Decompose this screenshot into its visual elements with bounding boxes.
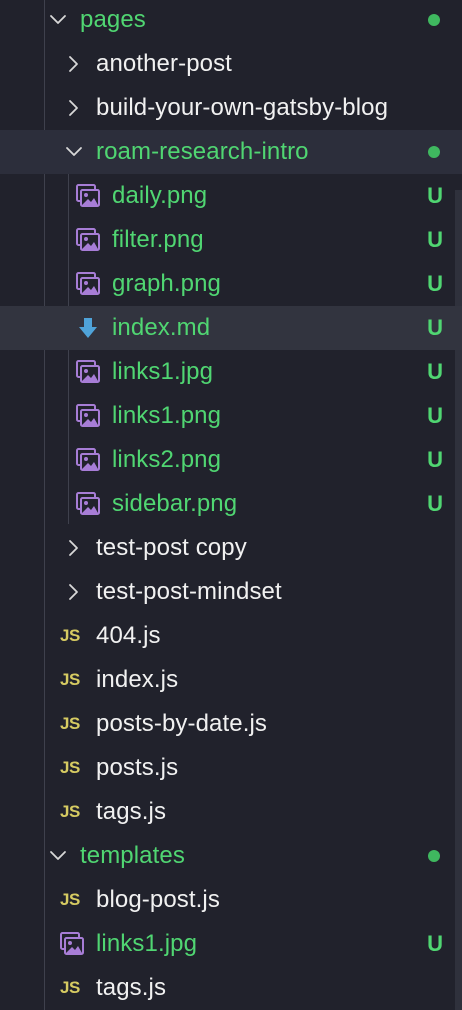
tree-file-404-js[interactable]: JS 404.js <box>0 614 462 658</box>
tree-file-tags-js[interactable]: JS tags.js <box>0 966 462 1010</box>
git-untracked-badge: U <box>427 359 443 384</box>
tree-item-label: blog-post.js <box>96 886 220 913</box>
js-file-icon: JS <box>60 890 80 909</box>
tree-file-daily-png[interactable]: daily.png U <box>0 174 462 218</box>
tree-folder-test-post-mindset[interactable]: test-post-mindset <box>0 570 462 614</box>
tree-item-label: links1.jpg <box>112 358 214 385</box>
tree-item-label: build-your-own-gatsby-blog <box>96 94 389 121</box>
git-changes-dot <box>428 14 440 26</box>
tree-item-label: tags.js <box>96 974 167 1001</box>
tree-file-links1-png[interactable]: links1.png U <box>0 394 462 438</box>
tree-item-label: test-post copy <box>96 534 247 561</box>
tree-item-label: pages <box>80 6 146 33</box>
image-file-icon <box>76 404 100 427</box>
tree-folder-roam-research-intro[interactable]: roam-research-intro <box>0 130 462 174</box>
tree-item-label: filter.png <box>112 226 204 253</box>
git-untracked-badge: U <box>427 403 443 428</box>
tree-item-label: index.js <box>96 666 179 693</box>
git-untracked-badge: U <box>427 315 443 340</box>
js-file-icon: JS <box>60 626 80 645</box>
tree-file-links2-png[interactable]: links2.png U <box>0 438 462 482</box>
tree-item-label: index.md <box>112 314 211 341</box>
tree-file-posts-by-date-js[interactable]: JS posts-by-date.js <box>0 702 462 746</box>
git-changes-dot <box>428 850 440 862</box>
image-file-icon <box>76 360 100 383</box>
chevron-right-icon[interactable] <box>64 582 84 602</box>
chevron-right-icon[interactable] <box>64 54 84 74</box>
tree-folder-templates[interactable]: templates <box>0 834 462 878</box>
git-untracked-badge: U <box>427 271 443 296</box>
tree-file-blog-post-js[interactable]: JS blog-post.js <box>0 878 462 922</box>
js-file-icon: JS <box>60 714 80 733</box>
image-file-icon <box>76 272 100 295</box>
js-file-icon: JS <box>60 670 80 689</box>
tree-file-graph-png[interactable]: graph.png U <box>0 262 462 306</box>
image-file-icon <box>60 932 84 955</box>
tree-file-filter-png[interactable]: filter.png U <box>0 218 462 262</box>
tree-item-label: tags.js <box>96 798 167 825</box>
tree-item-label: posts.js <box>96 754 179 781</box>
git-untracked-badge: U <box>427 183 443 208</box>
js-file-icon: JS <box>60 802 80 821</box>
tree-item-label: posts-by-date.js <box>96 710 268 737</box>
tree-folder-pages[interactable]: pages <box>0 0 462 42</box>
chevron-right-icon[interactable] <box>64 98 84 118</box>
tree-item-label: roam-research-intro <box>96 138 309 165</box>
tree-file-links1-jpg[interactable]: links1.jpg U <box>0 350 462 394</box>
tree-file-index-md[interactable]: index.md U <box>0 306 462 350</box>
git-untracked-badge: U <box>427 447 443 472</box>
git-untracked-badge: U <box>427 491 443 516</box>
tree-file-sidebar-png[interactable]: sidebar.png U <box>0 482 462 526</box>
tree-file-tags-js[interactable]: JS tags.js <box>0 790 462 834</box>
tree-item-label: links1.png <box>112 402 222 429</box>
image-file-icon <box>76 228 100 251</box>
tree-file-links1-jpg[interactable]: links1.jpg U <box>0 922 462 966</box>
git-changes-dot <box>428 146 440 158</box>
tree-item-label: test-post-mindset <box>96 578 282 605</box>
git-untracked-badge: U <box>427 931 443 956</box>
js-file-icon: JS <box>60 978 80 997</box>
file-explorer-tree: pages another-post build-your-own-gatsby-b… <box>0 0 462 1010</box>
image-file-icon <box>76 492 100 515</box>
chevron-down-icon[interactable] <box>48 10 68 30</box>
git-untracked-badge: U <box>427 227 443 252</box>
tree-file-posts-js[interactable]: JS posts.js <box>0 746 462 790</box>
tree-file-index-js[interactable]: JS index.js <box>0 658 462 702</box>
image-file-icon <box>76 184 100 207</box>
tree-item-label: sidebar.png <box>112 490 238 517</box>
chevron-right-icon[interactable] <box>64 538 84 558</box>
chevron-down-icon[interactable] <box>64 142 84 162</box>
tree-folder-build-your-own-gatsby-blog[interactable]: build-your-own-gatsby-blog <box>0 86 462 130</box>
tree-folder-another-post[interactable]: another-post <box>0 42 462 86</box>
chevron-down-icon[interactable] <box>48 846 68 866</box>
image-file-icon <box>76 448 100 471</box>
tree-item-label: 404.js <box>96 622 161 649</box>
tree-item-label: another-post <box>96 50 232 77</box>
tree-folder-test-post-copy[interactable]: test-post copy <box>0 526 462 570</box>
js-file-icon: JS <box>60 758 80 777</box>
markdown-download-icon <box>79 318 97 338</box>
tree-item-label: links2.png <box>112 446 222 473</box>
tree-item-label: daily.png <box>112 182 208 209</box>
tree-item-label: templates <box>80 842 185 869</box>
tree-item-label: links1.jpg <box>96 930 198 957</box>
tree-item-label: graph.png <box>112 270 221 297</box>
